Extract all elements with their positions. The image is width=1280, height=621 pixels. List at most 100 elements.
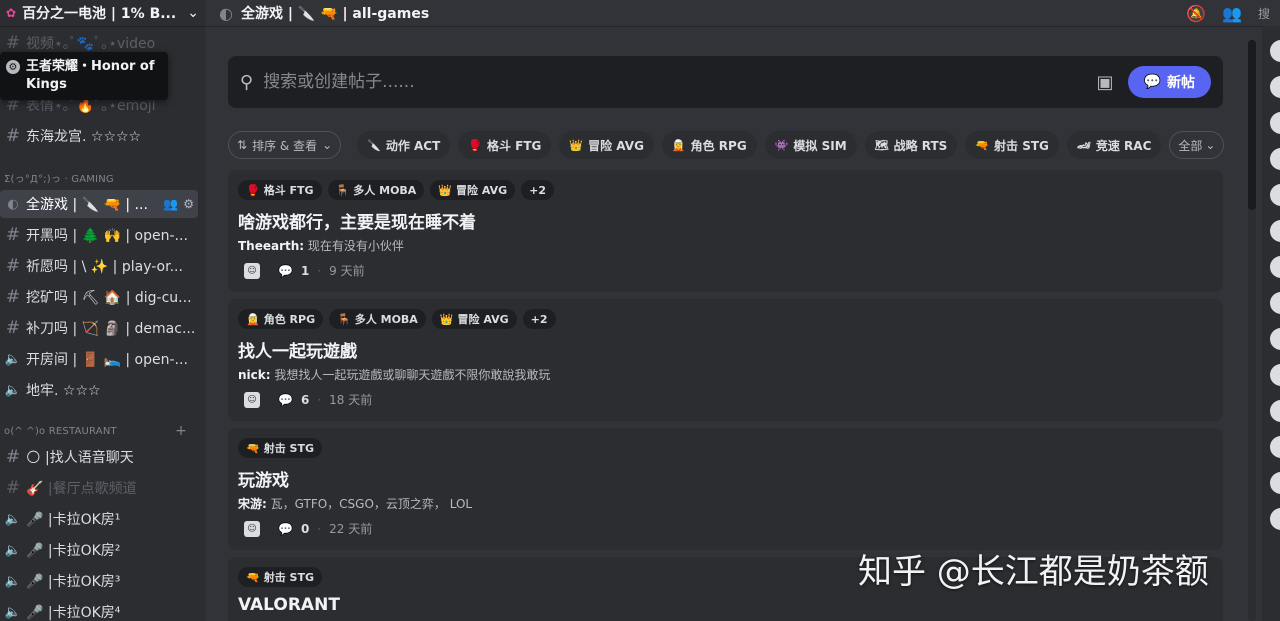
channel-label: 补刀吗 | 🏹 🗿 | demac... xyxy=(26,321,196,337)
avatar[interactable] xyxy=(1270,112,1280,134)
channel-label: 开黑吗 | 🌲 🙌 | open-... xyxy=(26,228,188,244)
tag-filter-act[interactable]: 🔪 动作 ACT xyxy=(357,131,451,159)
avatar[interactable] xyxy=(1270,292,1280,314)
header-search[interactable]: 搜 xyxy=(1258,5,1280,22)
avatar[interactable] xyxy=(1270,184,1280,206)
channel-sidebar: ✿ 百分之一电池 | 1% B... ⌄ # 视频⋆｡ﾟ🐾ﾟ｡⋆video # … xyxy=(0,0,205,621)
voice-channel-karaoke-2[interactable]: 🔈 🎤 |卡拉OK房² xyxy=(0,536,205,564)
avatar[interactable] xyxy=(1270,40,1280,62)
notifications-muted-icon[interactable]: 🔕 xyxy=(1186,4,1206,23)
tag-filter-avg[interactable]: 👑 冒险 AVG xyxy=(559,131,654,159)
tag-filter-rac[interactable]: 🏎 竞速 RAC xyxy=(1066,131,1162,159)
channel-item-play-or[interactable]: # 祈愿吗 | \ ✨ | play-or... xyxy=(0,252,205,280)
hash-icon: # xyxy=(5,33,21,53)
tag-emoji: 👑 xyxy=(438,183,453,197)
channel-label: 全游戏 | 🔪 🔫 | ... xyxy=(26,197,148,213)
separator-dot: · xyxy=(317,521,322,536)
avatar[interactable] xyxy=(1270,436,1280,458)
sort-view-button[interactable]: ⇅ 排序 & 查看 ⌄ xyxy=(228,131,342,159)
tag-filter-ftg[interactable]: 🥊 格斗 FTG xyxy=(458,131,552,159)
post-tag: 🪑 多人 MOBA xyxy=(327,180,425,200)
channel-item-demacia[interactable]: # 补刀吗 | 🏹 🗿 | demac... xyxy=(0,314,205,342)
speaker-icon: 🔈 xyxy=(4,351,22,367)
forum-icon: ◐ xyxy=(219,3,233,23)
avatar[interactable] xyxy=(1270,508,1280,530)
chevron-down-icon[interactable]: ⌄ xyxy=(187,5,199,21)
channel-label: 地牢. ☆☆☆ xyxy=(26,383,101,399)
forum-post-card[interactable]: 🥊 格斗 FTG 🪑 多人 MOBA 👑 冒险 AVG +2 啥游戏都行，主要是现在睡… xyxy=(228,170,1223,292)
tag-filter-sim[interactable]: 👾 模拟 SIM xyxy=(764,131,857,159)
voice-channel-karaoke-1[interactable]: 🔈 🎤 |卡拉OK房¹ xyxy=(0,505,205,533)
app-window: ✿ 百分之一电池 | 1% B... ⌄ # 视频⋆｡ﾟ🐾ﾟ｡⋆video # … xyxy=(0,0,1280,621)
hash-icon: # xyxy=(5,478,21,498)
channel-item-song-request[interactable]: # 🎸 |餐厅点歌频道 xyxy=(0,474,205,502)
voice-channel-dungeon[interactable]: 🔈 地牢. ☆☆☆ xyxy=(0,376,205,404)
avatar[interactable] xyxy=(1270,256,1280,278)
tag-label: 格斗 FTG xyxy=(263,184,314,197)
channel-label: 🎸 |餐厅点歌频道 xyxy=(26,481,137,497)
new-post-button[interactable]: 💬 新帖 xyxy=(1127,66,1211,98)
avatar[interactable] xyxy=(1270,76,1280,98)
forum-search-input[interactable] xyxy=(263,72,1097,92)
add-channel-icon[interactable]: + xyxy=(175,423,187,439)
voice-channel-karaoke-3[interactable]: 🔈 🎤 |卡拉OK房³ xyxy=(0,567,205,595)
tag-filter-stg[interactable]: 🔫 射击 STG xyxy=(965,131,1059,159)
tag-label: 角色 RPG xyxy=(690,138,747,153)
member-list-icon[interactable]: 👥 xyxy=(1222,4,1242,23)
tag-filter-rpg[interactable]: 🧝 角色 RPG xyxy=(661,131,757,159)
watermark: 知乎 @长江都是奶茶额 xyxy=(858,552,1209,592)
tag-label: 动作 ACT xyxy=(385,138,441,153)
tag-label: 冒险 AVG xyxy=(456,184,508,197)
hash-icon: # xyxy=(5,225,21,245)
avatar[interactable] xyxy=(1270,472,1280,494)
server-flower-icon: ✿ xyxy=(6,6,17,20)
voice-channel-open-room[interactable]: 🔈 开房间 | 🚪 🛌 | open-... xyxy=(0,345,205,373)
category-restaurant[interactable]: o(^ ^)o RESTAURANT + xyxy=(0,423,205,439)
post-tag: 🥊 格斗 FTG xyxy=(238,180,322,200)
invite-icon[interactable]: 👥 xyxy=(163,197,178,211)
avatar[interactable] xyxy=(1270,328,1280,350)
avatar[interactable] xyxy=(1270,220,1280,242)
tag-label: 射击 STG xyxy=(263,571,314,584)
channel-item-open-lobby[interactable]: # 开黑吗 | 🌲 🙌 | open-... xyxy=(0,221,205,249)
hash-icon: # xyxy=(5,126,21,146)
post-tag: 🪑 多人 MOBA xyxy=(329,309,426,329)
tag-emoji: 🔫 xyxy=(975,138,990,152)
avatar[interactable] xyxy=(1270,364,1280,386)
voice-channel-karaoke-4[interactable]: 🔈 🎤 |卡拉OK房⁴ xyxy=(0,598,205,621)
avatar[interactable] xyxy=(1270,148,1280,170)
channel-item-voice-chat[interactable]: # 🌕 |找人语音聊天 xyxy=(0,443,205,471)
channel-item-all-games[interactable]: ◐ 全游戏 | 🔪 🔫 | ... 👥 ⚙ xyxy=(0,190,198,218)
server-header[interactable]: ✿ 百分之一电池 | 1% B... ⌄ xyxy=(0,0,205,26)
post-time: 22 天前 xyxy=(329,522,373,536)
channel-label: 🎤 |卡拉OK房¹ xyxy=(26,512,121,528)
post-preview: nick: 我想找人一起玩遊戲或聊聊天遊戲不限你敢說我敢玩 xyxy=(238,366,1213,383)
channel-label: 🎤 |卡拉OK房⁴ xyxy=(26,605,121,621)
forum-post-card[interactable]: 🔫 射击 STG 玩游戏 宋游: 瓦，GTFO，CSGO，云顶之弈， LOL ☺ … xyxy=(228,428,1223,550)
forum-search-bar: ⚲ ▣ 💬 新帖 xyxy=(228,56,1223,108)
channel-item-donghai[interactable]: # 东海龙宫. ☆☆☆☆ xyxy=(0,122,205,150)
post-author: 宋游: xyxy=(238,497,267,511)
gear-icon[interactable]: ⚙ xyxy=(183,197,194,211)
post-tag: 🔫 射击 STG xyxy=(238,567,322,587)
tag-label: 多人 MOBA xyxy=(354,313,418,326)
post-tags: 🔫 射击 STG xyxy=(238,438,1213,460)
forum-post-card[interactable]: 🧝 角色 RPG 🪑 多人 MOBA 👑 冒险 AVG +2 找人一起玩遊戲 nick… xyxy=(228,299,1223,421)
post-tags: 🥊 格斗 FTG 🪑 多人 MOBA 👑 冒险 AVG +2 xyxy=(238,180,1213,202)
media-view-icon[interactable]: ▣ xyxy=(1097,72,1114,93)
channel-item-dig[interactable]: # 挖矿吗 | ⛏ 🏠 | dig-cu... xyxy=(0,283,205,311)
server-name: 百分之一电池 | 1% B... xyxy=(22,6,177,22)
sort-label: 排序 & 查看 xyxy=(252,138,318,153)
all-tags-button[interactable]: 全部 ⌄ xyxy=(1169,131,1225,159)
speaker-icon: 🔈 xyxy=(4,604,22,620)
message-count: 1 xyxy=(300,263,310,278)
scrollbar-thumb[interactable] xyxy=(1248,40,1256,210)
avatar[interactable] xyxy=(1270,400,1280,422)
scrollbar[interactable] xyxy=(1248,40,1256,621)
tag-label: 竞速 RAC xyxy=(1095,138,1152,153)
post-preview-text: 我想找人一起玩遊戲或聊聊天遊戲不限你敢說我敢玩 xyxy=(270,368,551,382)
tag-emoji: 🪑 xyxy=(337,312,351,326)
post-preview: Theearth: 现在有没有小伙伴 xyxy=(238,237,1213,254)
category-gaming[interactable]: Σ(っ°Д°;)っ · GAMING xyxy=(0,169,205,185)
tag-filter-rts[interactable]: 🗺 战略 RTS xyxy=(864,131,958,159)
